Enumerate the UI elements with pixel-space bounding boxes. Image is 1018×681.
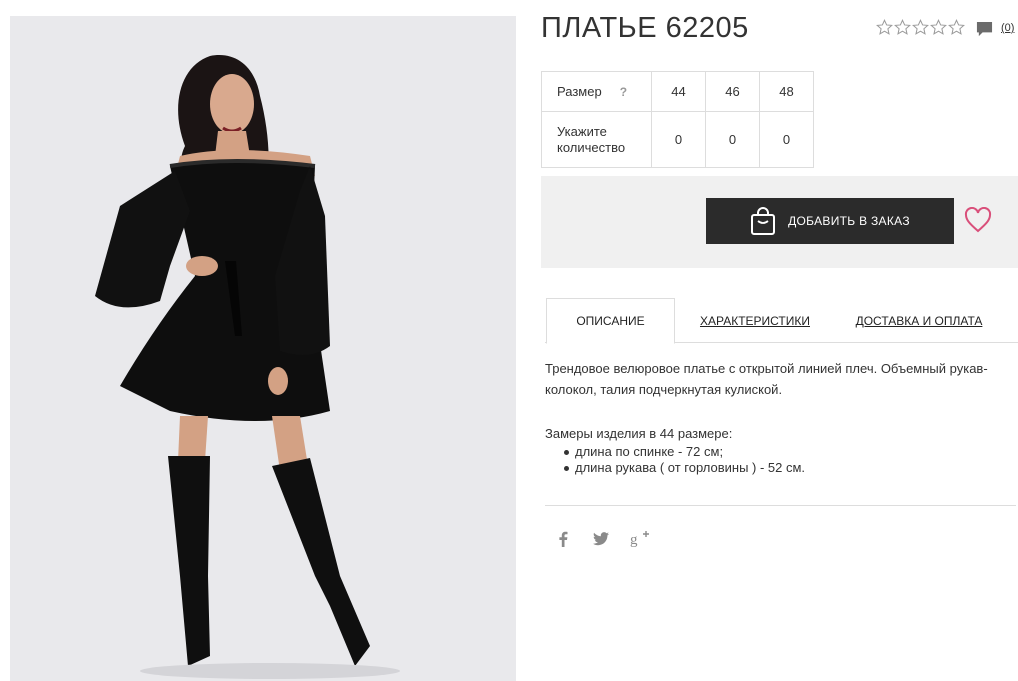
star-icon[interactable] [930,19,947,36]
list-item: длина по спинке - 72 см; [563,444,805,460]
product-title: ПЛАТЬЕ 62205 [541,12,749,44]
star-icon[interactable] [894,19,911,36]
size-help-button[interactable]: ? [620,85,627,99]
divider [545,505,1016,506]
star-icon[interactable] [912,19,929,36]
list-item: длина рукава ( от горловины ) - 52 см. [563,460,805,476]
size-quantity-table: Размер? 44 46 48 Укажите количество 0 0 … [541,71,814,168]
rating-stars[interactable] [876,19,966,36]
quantity-label: Укажите количество [557,123,626,155]
twitter-icon [593,532,609,546]
measurements-title: Замеры изделия в 44 размере: [545,426,733,441]
quantity-input-48[interactable]: 0 [759,111,814,168]
tab-delivery-payment[interactable]: ДОСТАВКА И ОПЛАТА [853,298,985,343]
quantity-input-44[interactable]: 0 [651,111,706,168]
heart-icon[interactable] [964,207,992,233]
google-plus-icon: g [630,531,649,547]
product-photo[interactable] [10,16,516,681]
tab-description[interactable]: ОПИСАНИЕ [546,298,675,344]
size-row: Размер? 44 46 48 [541,71,814,112]
share-google-plus-button[interactable]: g [630,529,650,549]
reviews-count-link[interactable]: (0) [1001,22,1014,34]
product-description: Трендовое велюровое платье с открытой ли… [545,361,988,397]
size-label-cell: Размер? [541,71,652,112]
quantity-input-46[interactable]: 0 [705,111,760,168]
share-twitter-button[interactable] [593,529,609,549]
size-option-46: 46 [705,71,760,112]
share-facebook-button[interactable] [557,529,569,549]
quantity-label-cell: Укажите количество [541,111,652,168]
comment-icon[interactable] [976,21,993,38]
product-tabs: ОПИСАНИЕ ХАРАКТЕРИСТИКИ ДОСТАВКА И ОПЛАТ… [545,298,1018,344]
tab-characteristics[interactable]: ХАРАКТЕРИСТИКИ [695,298,815,343]
facebook-icon [559,531,568,547]
measurements-list: длина по спинке - 72 см; длина рукава ( … [563,444,805,476]
shopping-bag-icon [751,207,776,235]
size-label: Размер [557,84,602,99]
add-to-order-button[interactable]: ДОБАВИТЬ В ЗАКАЗ [706,198,954,244]
model-in-black-dress-image [10,16,516,681]
star-icon[interactable] [948,19,965,36]
star-icon[interactable] [876,19,893,36]
add-to-order-label: ДОБАВИТЬ В ЗАКАЗ [788,214,910,228]
size-option-44: 44 [651,71,706,112]
size-option-48: 48 [759,71,814,112]
svg-text:g: g [630,532,638,547]
quantity-row: Укажите количество 0 0 0 [541,111,814,168]
add-to-order-panel: ДОБАВИТЬ В ЗАКАЗ [541,176,1018,268]
